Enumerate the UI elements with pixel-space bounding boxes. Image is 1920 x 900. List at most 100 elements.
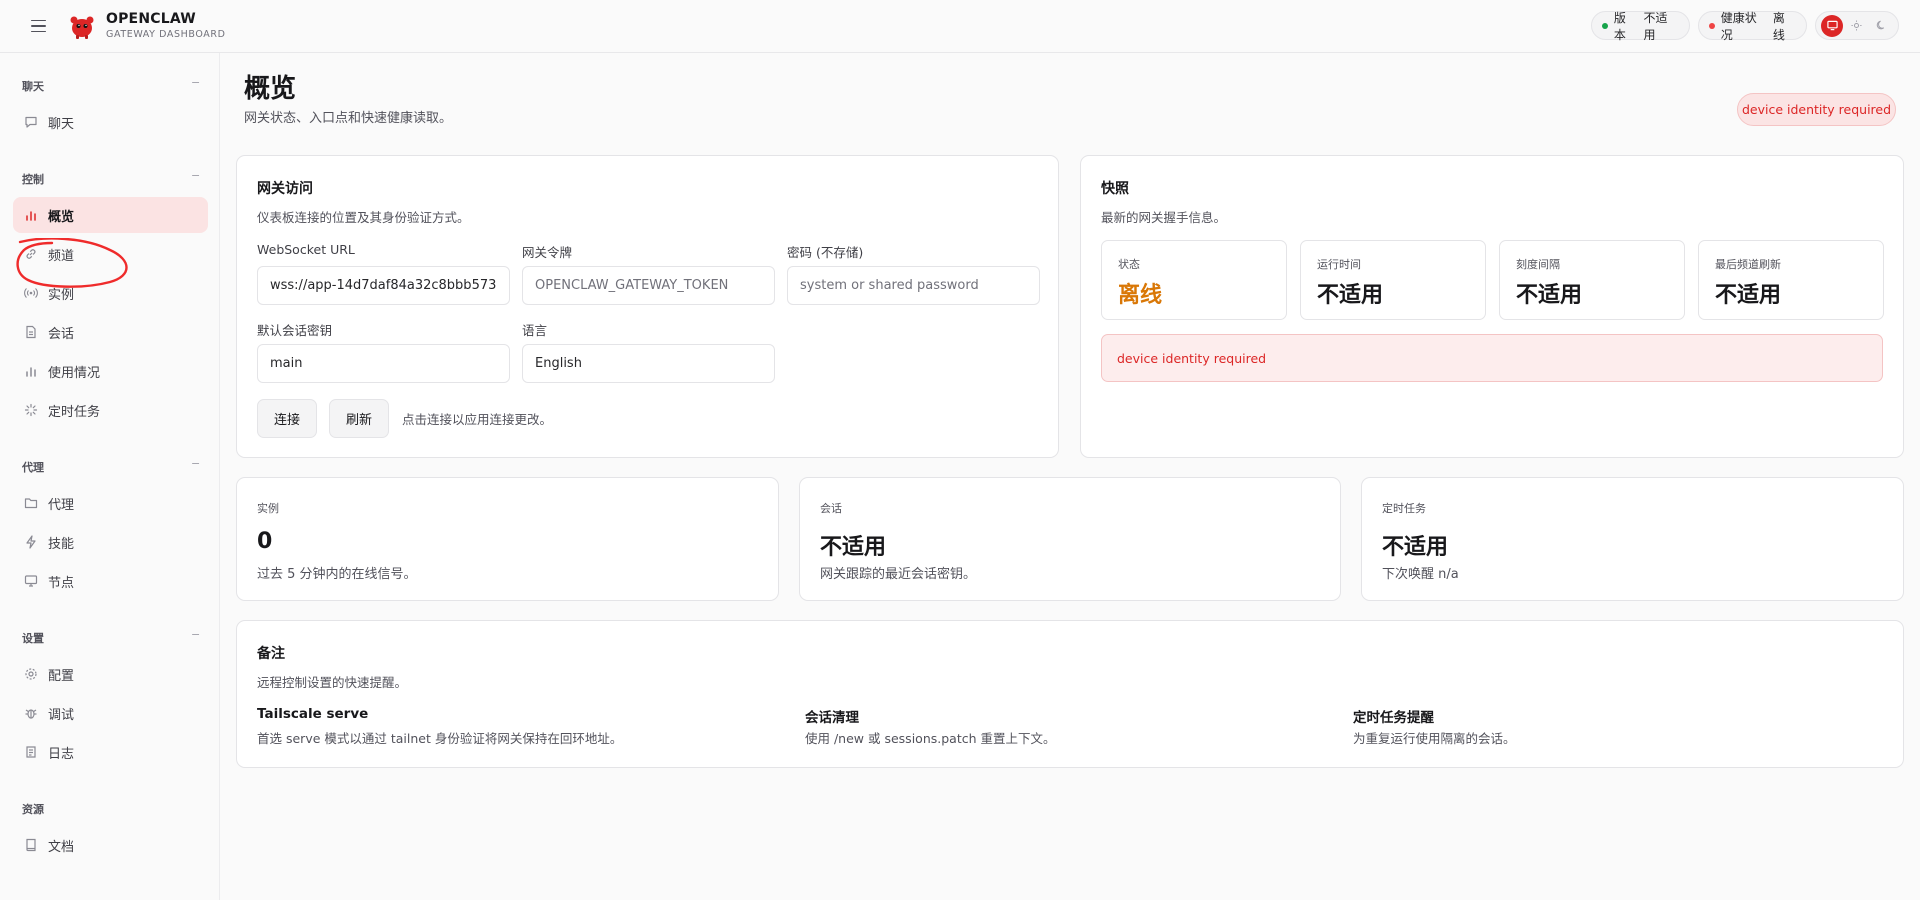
stat-last-channel-refresh: 最后频道刷新 不适用 [1698,240,1884,320]
card-label: 实例 [257,502,279,515]
stat-value: 不适用 [1715,283,1782,308]
sidebar-item-cron[interactable]: 定时任务 [13,392,208,428]
sidebar-group-settings: 设置 [22,632,44,645]
sidebar-item-label: 使用情况 [48,365,101,381]
loader-icon [24,403,38,417]
gear-icon [24,667,38,681]
card-title: 备注 [257,646,285,662]
sidebar-item-label: 节点 [48,575,75,591]
sidebar-item-config[interactable]: 配置 [13,656,208,692]
sidebar-item-usage[interactable]: 使用情况 [13,353,208,389]
gateway-access-card: 网关访问 仪表板连接的位置及其身份验证方式。 WebSocket URL 网关令… [236,155,1059,458]
stat-label: 最后频道刷新 [1715,258,1781,271]
language-label: 语言 [522,323,548,338]
sessions-card: 会话 不适用 网关跟踪的最近会话密钥。 [799,477,1341,601]
sidebar-item-label: 日志 [48,746,75,762]
sidebar-group-chat: 聊天 [22,80,44,93]
sidebar-group-resources: 资源 [22,803,44,816]
instances-card: 实例 0 过去 5 分钟内的在线信号。 [236,477,779,601]
sidebar-item-label: 会话 [48,326,75,342]
connect-button[interactable]: 连接 [257,399,317,438]
sidebar-item-label: 实例 [48,287,75,303]
session-key-input[interactable] [257,344,510,383]
card-title: 网关访问 [257,181,313,197]
cron-card: 定时任务 不适用 下次唤醒 n/a [1361,477,1904,601]
collapse-icon[interactable]: − [191,169,200,182]
status-dot-icon [1602,22,1608,29]
password-label: 密码 (不存储) [787,245,864,260]
card-subtitle: 最新的网关握手信息。 [1101,210,1227,225]
note-title: 定时任务提醒 [1353,710,1434,726]
stat-label: 运行时间 [1317,258,1361,271]
health-pill: 健康状况 离线 [1698,10,1807,42]
sidebar-item-label: 配置 [48,668,75,684]
sidebar-item-label: 代理 [48,497,75,513]
sidebar-item-chat[interactable]: 聊天 [13,104,208,140]
collapse-icon[interactable]: − [191,628,200,641]
stat-tick-interval: 刻度间隔 不适用 [1499,240,1685,320]
error-badge: device identity required [1737,93,1896,126]
monitor-icon [24,574,38,588]
websocket-url-input[interactable] [257,266,510,305]
page-subtitle: 网关状态、入口点和快速健康读取。 [244,111,453,126]
sidebar-item-docs[interactable]: 文档 [13,827,208,863]
snapshot-error-alert: device identity required [1101,334,1883,382]
sidebar-item-agents[interactable]: 代理 [13,485,208,521]
bar-chart-icon [24,364,38,378]
sidebar-group-agents: 代理 [22,461,44,474]
bar-chart-icon [24,208,38,222]
language-select[interactable]: English [522,344,775,383]
note-text: 为重复运行使用隔离的会话。 [1353,731,1516,746]
sidebar-item-label: 文档 [48,839,75,855]
sidebar-item-skills[interactable]: 技能 [13,524,208,560]
stat-label: 刻度间隔 [1516,258,1560,271]
sidebar-item-label: 概览 [48,209,75,225]
card-value: 不适用 [1382,535,1449,560]
version-pill: 版本 不适用 [1591,10,1690,42]
card-label: 定时任务 [1382,502,1426,515]
card-subtext: 下次唤醒 n/a [1382,567,1459,582]
language-select-value: English [535,356,582,371]
sidebar-item-channels[interactable]: 频道 [13,236,208,272]
gateway-token-input[interactable] [522,266,775,305]
sidebar-item-instances[interactable]: 实例 [13,275,208,311]
sidebar: 聊天 − 聊天 控制 − 概览 频道 实例 会话 使用情况 定时任务 代理 − … [0,53,220,900]
connect-hint: 点击连接以应用连接更改。 [402,412,553,427]
card-value: 0 [257,529,273,554]
stat-uptime: 运行时间 不适用 [1300,240,1486,320]
refresh-button[interactable]: 刷新 [329,399,389,438]
stat-value: 离线 [1118,283,1163,308]
card-subtext: 网关跟踪的最近会话密钥。 [820,567,977,582]
collapse-icon[interactable]: − [191,457,200,470]
sidebar-item-sessions[interactable]: 会话 [13,314,208,350]
bug-icon [24,706,38,720]
log-icon [24,745,38,759]
collapse-icon[interactable]: − [191,76,200,89]
sidebar-item-nodes[interactable]: 节点 [13,563,208,599]
stat-value: 不适用 [1317,283,1384,308]
moon-icon[interactable] [1871,15,1893,37]
top-bar: OPENCLAW GATEWAY DASHBOARD 版本 不适用 健康状况 离… [0,0,1920,53]
sidebar-item-logs[interactable]: 日志 [13,734,208,770]
chat-icon [24,115,38,129]
card-subtext: 过去 5 分钟内的在线信号。 [257,567,417,582]
sidebar-item-label: 聊天 [48,116,75,132]
health-label: 健康状况 [1720,10,1757,42]
card-title: 快照 [1101,181,1129,197]
sidebar-item-label: 技能 [48,536,75,552]
brand-subtitle: GATEWAY DASHBOARD [106,29,226,40]
card-subtitle: 仪表板连接的位置及其身份验证方式。 [257,210,470,225]
version-label: 版本 [1613,10,1626,42]
password-input[interactable] [787,266,1040,305]
book-icon [24,838,38,852]
notes-card: 备注 远程控制设置的快速提醒。 Tailscale serve 首选 serve… [236,620,1904,768]
websocket-url-label: WebSocket URL [257,242,355,257]
openclaw-logo-icon [70,16,94,39]
sun-icon[interactable] [1846,15,1868,37]
broadcast-icon [24,286,38,300]
menu-toggle-button[interactable] [26,14,50,38]
monitor-icon[interactable] [1821,14,1844,37]
sidebar-item-debug[interactable]: 调试 [13,695,208,731]
card-subtitle: 远程控制设置的快速提醒。 [257,675,408,690]
sidebar-item-overview[interactable]: 概览 [13,197,208,233]
